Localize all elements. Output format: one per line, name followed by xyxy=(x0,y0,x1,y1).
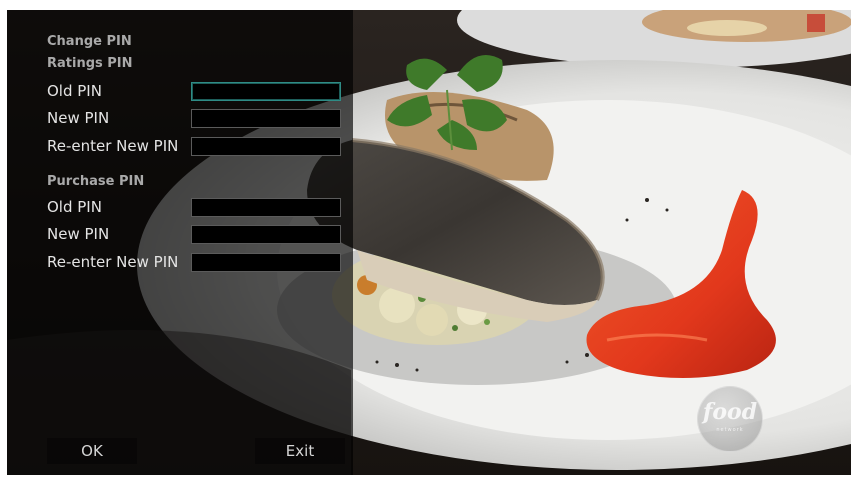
logo-subtext: network xyxy=(716,427,744,433)
food-network-logo: food network xyxy=(697,386,763,452)
ratings-pin-heading: Ratings PIN xyxy=(47,56,133,71)
ratings-reenter-pin-input[interactable] xyxy=(191,137,341,156)
purchase-new-pin-input[interactable] xyxy=(191,225,341,244)
purchase-old-pin-input[interactable] xyxy=(191,198,341,217)
ratings-old-pin-input[interactable] xyxy=(191,82,341,101)
purchase-old-pin-label: Old PIN xyxy=(47,198,102,216)
ratings-old-pin-label: Old PIN xyxy=(47,82,102,100)
exit-button[interactable]: Exit xyxy=(255,438,345,464)
ratings-new-pin-label: New PIN xyxy=(47,109,110,127)
purchase-pin-heading: Purchase PIN xyxy=(47,174,145,189)
ratings-new-pin-input[interactable] xyxy=(191,109,341,128)
purchase-reenter-pin-label: Re-enter New PIN xyxy=(47,253,179,271)
purchase-reenter-pin-input[interactable] xyxy=(191,253,341,272)
purchase-new-pin-label: New PIN xyxy=(47,225,110,243)
change-pin-panel: Change PIN Ratings PIN Old PIN New PIN R… xyxy=(7,10,353,475)
ok-button[interactable]: OK xyxy=(47,438,137,464)
panel-title: Change PIN xyxy=(47,34,132,49)
logo-wordmark: food xyxy=(702,399,758,425)
tv-screen: Change PIN Ratings PIN Old PIN New PIN R… xyxy=(7,10,851,475)
ratings-reenter-pin-label: Re-enter New PIN xyxy=(47,137,179,155)
